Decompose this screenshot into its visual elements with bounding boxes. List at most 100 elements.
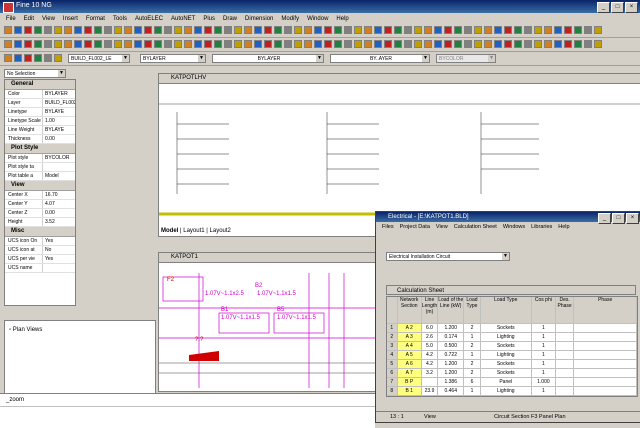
table-cell[interactable] [556, 378, 575, 386]
table-cell[interactable]: Lighting [481, 333, 532, 341]
toolbar-tool-icon[interactable] [144, 40, 152, 48]
toolbar-tool-icon[interactable] [354, 40, 362, 48]
toolbar-tool-icon[interactable] [404, 40, 412, 48]
toolbar-tool-icon[interactable] [124, 40, 132, 48]
toolbar-tool-icon[interactable] [584, 40, 592, 48]
table-cell[interactable]: 1 [532, 369, 556, 377]
toolbar-tool-icon[interactable] [454, 40, 462, 48]
property-row[interactable]: UCS name [5, 264, 75, 273]
maximize-button[interactable]: □ [611, 2, 624, 13]
toolbar-tool-icon[interactable] [74, 26, 82, 34]
table-cell[interactable]: A 6 [397, 360, 422, 368]
toolbar-tool-icon[interactable] [44, 40, 52, 48]
table-cell[interactable] [574, 351, 638, 359]
toolbar-tool-icon[interactable] [64, 40, 72, 48]
toolbar-tool-icon[interactable] [44, 26, 52, 34]
toolbar-tool-icon[interactable] [194, 40, 202, 48]
table-cell[interactable] [574, 369, 638, 377]
toolbar-tool-icon[interactable] [4, 40, 12, 48]
toolbar-tool-icon[interactable] [194, 26, 202, 34]
toolbar-tool-icon[interactable] [254, 40, 262, 48]
layer-combo[interactable]: BUILD_FL002_LE ▼ [68, 54, 130, 63]
toolbar-tool-icon[interactable] [474, 26, 482, 34]
table-cell[interactable]: 1 [464, 351, 481, 359]
menu-modify[interactable]: Modify [281, 16, 299, 22]
column-header[interactable]: Line Length (m) [421, 297, 439, 323]
toolbar-tool-icon[interactable] [204, 40, 212, 48]
toolbar-tool-icon[interactable] [54, 54, 62, 62]
toolbar-tool-icon[interactable] [364, 40, 372, 48]
toolbar-tool-icon[interactable] [274, 40, 282, 48]
command-line[interactable]: _zoom [0, 393, 375, 428]
table-cell[interactable]: A 3 [397, 333, 422, 341]
toolbar-tool-icon[interactable] [164, 26, 172, 34]
table-cell[interactable] [574, 324, 638, 332]
toolbar-tool-icon[interactable] [294, 40, 302, 48]
toolbar-tool-icon[interactable] [464, 40, 472, 48]
table-cell[interactable] [556, 387, 575, 395]
command-input[interactable] [0, 406, 375, 419]
toolbar-tool-icon[interactable] [584, 26, 592, 34]
table-cell[interactable] [574, 378, 638, 386]
table-cell[interactable]: 3.2 [422, 369, 439, 377]
table-cell[interactable]: 0.500 [438, 342, 465, 350]
toolbar-tool-icon[interactable] [164, 40, 172, 48]
toolbar-tool-icon[interactable] [544, 40, 552, 48]
table-cell[interactable]: A 7 [397, 369, 422, 377]
toolbar-tool-icon[interactable] [364, 26, 372, 34]
menu-files[interactable]: Files [382, 224, 394, 233]
property-row[interactable]: Center Z 0.00 [5, 209, 75, 218]
plotstyle-combo[interactable]: BYCOLOR ▼ [436, 54, 496, 63]
table-cell[interactable]: 2 [464, 360, 481, 368]
table-cell[interactable]: Sockets [481, 369, 532, 377]
table-cell[interactable] [574, 360, 638, 368]
column-header[interactable]: Cos phi [531, 297, 556, 323]
toolbar-tool-icon[interactable] [494, 40, 502, 48]
toolbar-tool-icon[interactable] [124, 26, 132, 34]
column-header[interactable]: Des. Phase [555, 297, 575, 323]
menu-help[interactable]: Help [336, 16, 348, 22]
maximize-button[interactable]: □ [612, 213, 625, 224]
menu-help[interactable]: Help [558, 224, 569, 233]
property-value[interactable]: 1.00 [43, 117, 75, 125]
menu-dimension[interactable]: Dimension [245, 16, 273, 22]
toolbar-tool-icon[interactable] [94, 26, 102, 34]
property-value[interactable]: 0.00 [43, 209, 75, 217]
toolbar-tool-icon[interactable] [14, 40, 22, 48]
table-cell[interactable]: 4.2 [422, 351, 439, 359]
lineweight-combo[interactable]: BY..AYER ▼ [330, 54, 430, 63]
toolbar-tool-icon[interactable] [24, 26, 32, 34]
toolbar-tool-icon[interactable] [334, 26, 342, 34]
toolbar-tool-icon[interactable] [594, 40, 602, 48]
menu-plus[interactable]: Plus [203, 16, 215, 22]
table-cell[interactable] [556, 360, 575, 368]
toolbar-tool-icon[interactable] [564, 26, 572, 34]
property-row[interactable]: UCS icon at No [5, 246, 75, 255]
table-row[interactable]: 5A 6 4.2 1.200 2 Sockets 1 [387, 360, 638, 369]
table-row[interactable]: 8B 1 23.9 0.464 1 Lighting 1 [387, 387, 638, 396]
toolbar-tool-icon[interactable] [34, 26, 42, 34]
toolbar-tool-icon[interactable] [44, 54, 52, 62]
toolbar-tool-icon[interactable] [174, 26, 182, 34]
property-value[interactable]: BYLAYER [43, 90, 75, 98]
property-row[interactable]: UCS icon On Yes [5, 237, 75, 246]
column-header[interactable]: Load Type [464, 297, 481, 323]
table-cell[interactable]: 2 [464, 324, 481, 332]
minimize-button[interactable]: _ [598, 213, 611, 224]
toolbar-tool-icon[interactable] [274, 26, 282, 34]
table-cell[interactable]: 1.000 [532, 378, 556, 386]
table-cell[interactable]: 1.200 [438, 324, 465, 332]
menu-tools[interactable]: Tools [113, 16, 127, 22]
toolbar-tool-icon[interactable] [344, 26, 352, 34]
toolbar-tool-icon[interactable] [104, 40, 112, 48]
toolbar-tool-icon[interactable] [34, 54, 42, 62]
toolbar-tool-icon[interactable] [294, 26, 302, 34]
toolbar-tool-icon[interactable] [54, 26, 62, 34]
toolbar-tool-icon[interactable] [14, 26, 22, 34]
toolbar-tool-icon[interactable] [244, 40, 252, 48]
toolbar-tool-icon[interactable] [154, 26, 162, 34]
table-row[interactable]: 7B P 1.386 6 Panel 1.000 [387, 378, 638, 387]
property-value[interactable]: 4.07 [43, 200, 75, 208]
toolbar-tool-icon[interactable] [354, 26, 362, 34]
property-value[interactable]: 3.52 [43, 218, 75, 226]
